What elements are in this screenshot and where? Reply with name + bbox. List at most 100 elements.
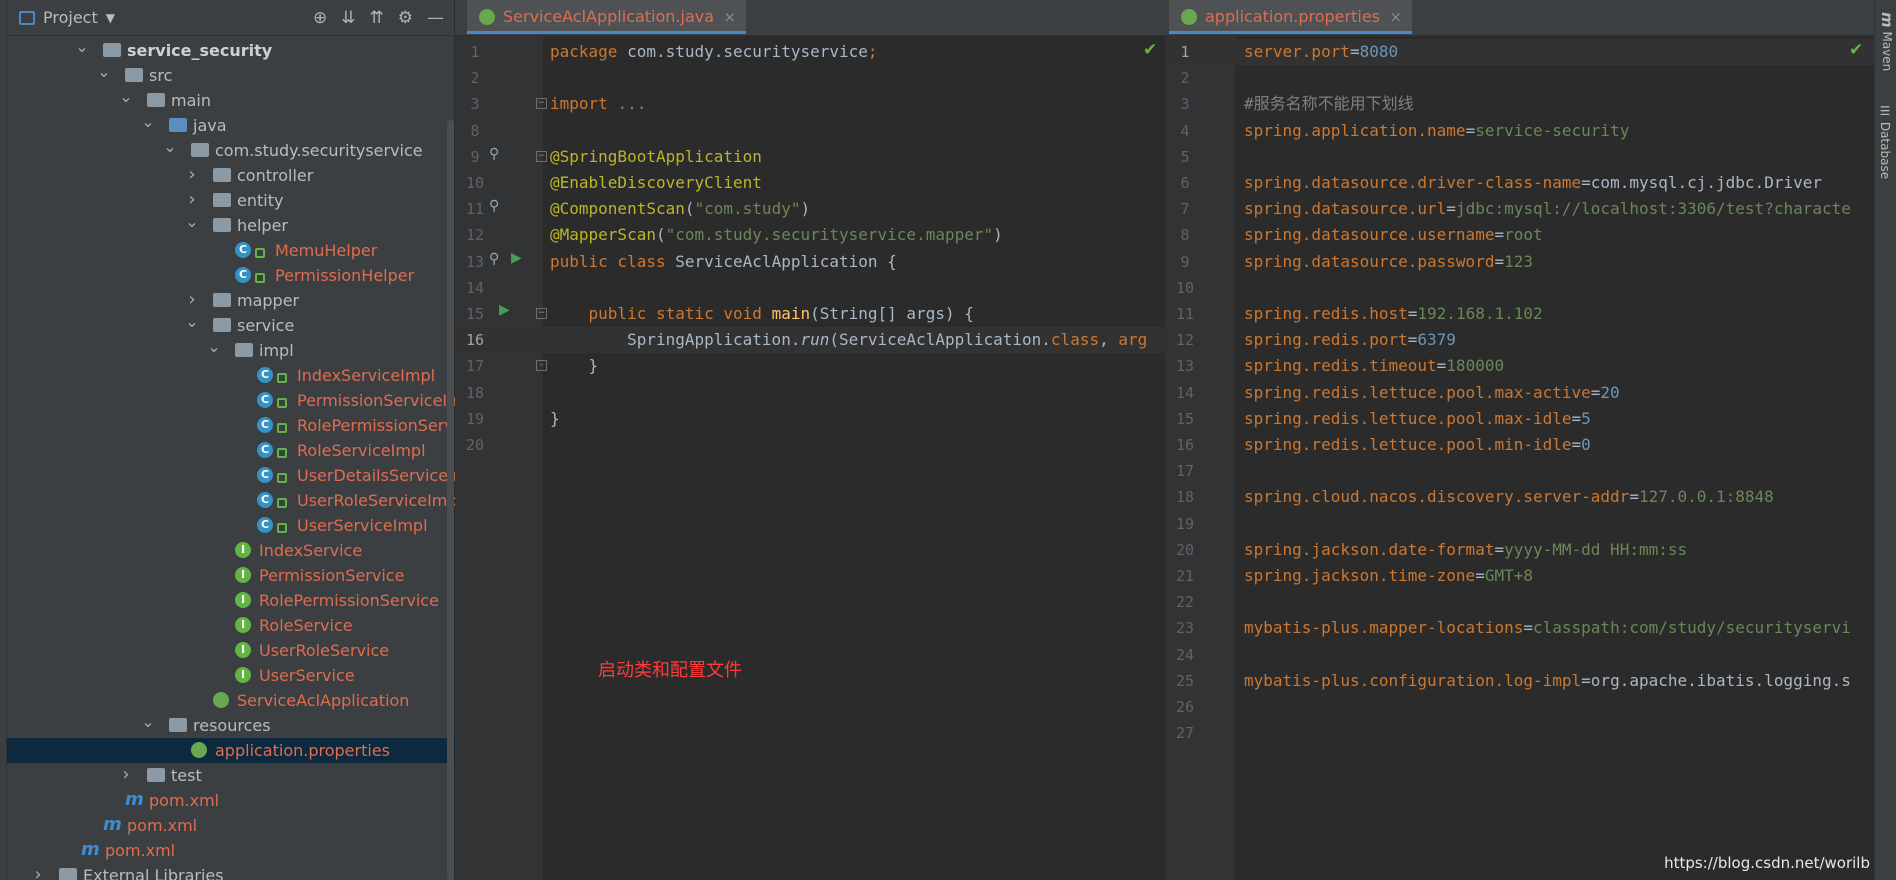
chevron-down-icon[interactable]: ⌄ <box>119 84 133 109</box>
no-problems-icon[interactable]: ✔ <box>1849 40 1863 60</box>
tree-item[interactable]: C UserRoleServiceImpl <box>7 488 462 513</box>
code-token: = <box>1475 566 1485 585</box>
close-icon[interactable]: × <box>723 0 736 34</box>
folder-icon <box>191 143 209 157</box>
tree-item-label: RoleService <box>259 616 353 635</box>
run-icon[interactable]: ▶ <box>499 302 510 318</box>
tree-item[interactable]: ServiceAclApplication <box>7 688 455 713</box>
tree-item[interactable]: C IndexServiceImpl <box>7 363 455 388</box>
maven-tool-button[interactable]: m Maven <box>1878 12 1896 71</box>
chevron-down-icon[interactable]: ⌄ <box>97 59 111 84</box>
tree-item[interactable]: C RoleServiceImpl <box>7 438 455 463</box>
tree-item[interactable]: › controller <box>7 163 455 188</box>
tree-item[interactable]: C UserServiceImpl <box>7 513 455 538</box>
tree-item-label: resources <box>193 716 271 735</box>
code-line: } <box>550 406 560 432</box>
chevron-down-icon[interactable]: ⌄ <box>185 209 199 234</box>
tree-item-label: IndexServiceImpl <box>297 366 436 385</box>
fold-toggle-icon[interactable]: − <box>536 98 547 110</box>
bean-icon[interactable]: ⚲ <box>489 251 499 267</box>
tree-item[interactable]: m pom.xml <box>7 813 455 838</box>
code-token: ( <box>655 225 666 245</box>
tree-item[interactable]: › entity <box>7 188 455 213</box>
gear-icon[interactable]: ⚙ <box>398 8 413 28</box>
chevron-down-icon[interactable]: ⌄ <box>141 109 155 134</box>
tree-item[interactable]: ⌄ resources <box>7 712 455 738</box>
code-token: spring.cloud.nacos.discovery.server-addr <box>1244 487 1630 507</box>
tree-item[interactable]: ⌄ service <box>7 312 455 338</box>
folder-icon <box>147 768 165 782</box>
interface-icon: I <box>235 592 251 608</box>
class-icon: C <box>257 392 273 408</box>
locate-icon[interactable]: ⊕ <box>313 8 327 28</box>
spring-icon <box>191 742 207 758</box>
code-line: } <box>550 353 599 379</box>
chevron-right-icon[interactable]: › <box>185 162 199 187</box>
java-editor[interactable]: 1 package com.study.securityservice; 2 3 imp… <box>455 36 1165 880</box>
chevron-down-icon[interactable]: ⌄ <box>75 34 89 59</box>
hide-panel-icon[interactable]: — <box>427 8 444 28</box>
chevron-down-icon[interactable]: ⌄ <box>163 134 177 159</box>
tree-item[interactable]: I RoleService <box>7 613 455 638</box>
tree-item[interactable]: I RolePermissionService <box>7 588 455 613</box>
chevron-right-icon[interactable]: › <box>119 762 133 787</box>
code-token: 192.168.1.102 <box>1417 304 1543 323</box>
tree-item[interactable]: ⌄ impl <box>7 337 455 363</box>
tree-item[interactable]: I UserRoleService <box>7 638 455 663</box>
collapse-all-icon[interactable]: ⇈ <box>370 8 384 28</box>
fold-toggle-icon[interactable]: − <box>536 150 547 162</box>
project-scrollbar[interactable] <box>447 120 454 880</box>
folder-icon <box>125 68 143 82</box>
run-icon[interactable]: ▶ <box>511 250 522 266</box>
tree-item[interactable]: application.properties <box>7 738 455 763</box>
tree-item-label: UserService <box>259 666 355 685</box>
tree-item[interactable]: C MemuHelper <box>7 238 455 263</box>
lock-icon <box>277 473 287 483</box>
tree-item-label: com.study.securityservice <box>215 141 423 160</box>
expand-all-icon[interactable]: ⇊ <box>341 8 355 28</box>
chevron-down-icon[interactable]: ⌄ <box>185 309 199 334</box>
chevron-down-icon[interactable]: ⌄ <box>141 709 155 734</box>
tree-item[interactable]: ⌄ src <box>7 62 455 88</box>
tree-item[interactable]: › mapper <box>7 288 455 313</box>
tab-service-acl-application[interactable]: ServiceAclApplication.java × <box>467 0 747 34</box>
tree-item[interactable]: C RolePermissionServiceI <box>7 413 482 438</box>
tree-item[interactable]: ⌄ main <box>7 87 455 113</box>
tree-item-label: entity <box>237 191 284 210</box>
project-tree: ⌄ service_security ⌄ src ⌄ main ⌄ java ⌄ com.stud… <box>7 37 483 880</box>
tree-item[interactable]: ⌄ java <box>7 112 455 138</box>
chevron-down-icon[interactable]: ⌄ <box>207 334 221 359</box>
tree-item[interactable]: ⌄ service_security <box>7 37 455 63</box>
tree-item[interactable]: C PermissionServiceImpl <box>7 388 477 413</box>
tab-application-properties[interactable]: application.properties × <box>1169 0 1412 34</box>
tree-item[interactable]: C UserDetailsServiceImpl <box>7 463 483 488</box>
fold-toggle-icon[interactable]: – <box>536 360 547 372</box>
maven-icon: m <box>125 789 144 810</box>
chevron-right-icon[interactable]: › <box>31 862 45 880</box>
no-problems-icon[interactable]: ✔ <box>1143 40 1157 60</box>
close-icon[interactable]: × <box>1389 0 1402 34</box>
bean-icon[interactable]: ⚲ <box>489 146 499 162</box>
code-line: package com.study.securityservice; <box>550 39 878 65</box>
fold-toggle-icon[interactable]: − <box>536 308 547 319</box>
tree-item[interactable]: I IndexService <box>7 538 455 563</box>
tree-item[interactable]: C PermissionHelper <box>7 263 455 288</box>
maven-icon: m <box>1878 12 1896 28</box>
tree-item[interactable]: m pom.xml <box>7 788 455 813</box>
database-tool-button[interactable]: ☰ Database <box>1878 104 1892 179</box>
tree-item[interactable]: m pom.xml <box>7 838 455 863</box>
tree-item-label: impl <box>259 341 294 360</box>
properties-editor[interactable]: 1 server.port=8080 2 3 #服务名称不能用下划线 4 spring.ap… <box>1165 36 1874 880</box>
tree-item[interactable]: I UserService <box>7 663 455 688</box>
tree-item[interactable]: ⌄ com.study.securityservice <box>7 137 455 163</box>
tree-item[interactable]: ⌄ helper <box>7 212 455 238</box>
line-number: 24 <box>1175 645 1195 664</box>
tree-item[interactable]: › External Libraries <box>7 863 455 880</box>
bean-icon[interactable]: ⚲ <box>489 198 499 214</box>
project-panel-title[interactable]: Project <box>43 8 98 27</box>
code-token: yyyy-MM-dd HH:mm:ss <box>1504 539 1688 559</box>
chevron-down-icon[interactable]: ▼ <box>106 11 115 25</box>
tree-item[interactable]: › test <box>7 763 455 788</box>
tree-item[interactable]: I PermissionService <box>7 563 455 588</box>
line-number: 11 <box>1175 305 1195 323</box>
